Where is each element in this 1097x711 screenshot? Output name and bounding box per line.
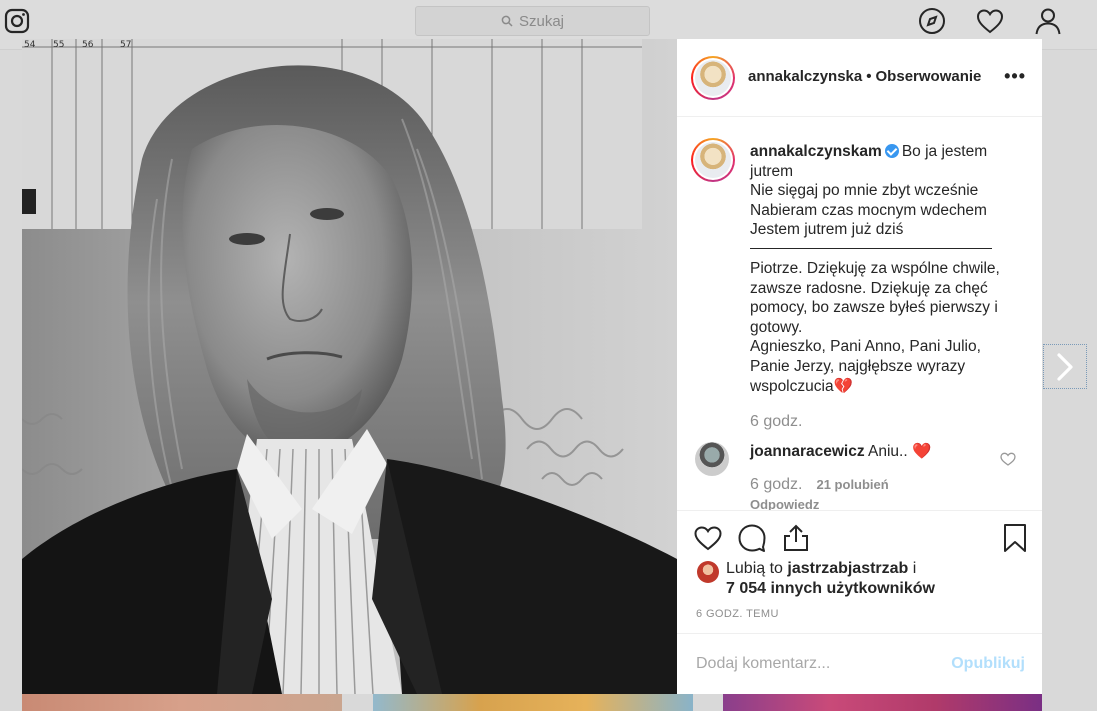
likes-count-link[interactable]: 7 054 innych użytkowników [726, 580, 935, 597]
comment-text: Aniu.. [868, 443, 908, 460]
caption-line: Jestem jutrem już dziś [750, 221, 904, 239]
chevron-right-icon [1057, 352, 1073, 381]
heart-emoji: ❤️ [911, 443, 932, 460]
bookmark-icon[interactable] [1002, 523, 1028, 553]
explore-icon[interactable] [917, 6, 947, 36]
search-icon [501, 15, 513, 27]
comment: joannaracewicz Aniu.. ❤️ [750, 442, 931, 461]
caption-paragraph: Agnieszko, Pani Anno, Pani Julio, Panie … [750, 338, 981, 395]
broken-heart-emoji: 💔 [833, 377, 853, 395]
separator-dot: • [866, 68, 872, 85]
comment-input[interactable]: Dodaj komentarz... [696, 655, 830, 673]
verified-badge-icon [884, 144, 899, 158]
comment-timestamp[interactable]: 6 godz. [750, 476, 802, 493]
comments-section[interactable]: annakalczynskam Bo ja jestem jutrem Nie s… [677, 118, 1042, 510]
heart-icon[interactable] [975, 6, 1005, 36]
comment-icon[interactable] [737, 523, 767, 553]
post-photo[interactable]: 54 55 56 57 [22, 39, 677, 694]
caption-avatar[interactable] [691, 138, 735, 182]
reply-button[interactable]: Odpowiedz [750, 497, 819, 510]
grid-thumbnail[interactable] [723, 694, 1042, 711]
caption-username[interactable]: annakalczynskam [750, 143, 882, 160]
search-input[interactable]: Szukaj [415, 6, 650, 36]
chart-label: 54 [24, 40, 36, 50]
divider [750, 247, 992, 249]
instagram-icon[interactable] [4, 8, 30, 34]
liker-username[interactable]: jastrzabjastrzab [787, 560, 908, 577]
next-post-button[interactable] [1043, 344, 1087, 389]
commenter-avatar[interactable] [695, 442, 729, 476]
comment-username[interactable]: joannaracewicz [750, 443, 865, 460]
publish-button[interactable]: Opublikuj [951, 655, 1025, 673]
post-actions: Lubią to jastrzabjastrzab i 7 054 innych… [677, 510, 1042, 632]
chart-label: 56 [82, 40, 94, 50]
caption-line: Nie sięgaj po mnie zbyt wcześnie [750, 182, 979, 200]
post-caption: annakalczynskam Bo ja jestem jutrem Nie s… [750, 142, 1015, 396]
grid-thumbnail[interactable] [373, 694, 693, 711]
more-options-icon[interactable]: ••• [1004, 66, 1026, 87]
add-comment-bar: Dodaj komentarz... Opublikuj [677, 633, 1042, 694]
chart-label: 55 [53, 40, 64, 50]
post-details-panel: annakalczynska • Obserwowanie ••• annakalc… [677, 39, 1042, 694]
chart-label: 57 [120, 40, 131, 50]
comment-meta: 6 godz. 21 polubień [750, 476, 889, 494]
comment-like-icon[interactable] [1000, 452, 1016, 466]
profile-icon[interactable] [1033, 6, 1063, 36]
like-heart-icon[interactable] [693, 523, 723, 553]
liker-avatar[interactable] [697, 561, 719, 583]
grid-thumbnail[interactable] [22, 694, 342, 711]
likes-prefix: Lubią to [726, 560, 783, 577]
follow-status-button[interactable]: Obserwowanie [876, 68, 982, 85]
caption-paragraph: Piotrze. Dziękuję za wspólne chwile, zaw… [750, 259, 1000, 336]
caption-timestamp[interactable]: 6 godz. [750, 413, 802, 431]
likes-summary: Lubią to jastrzabjastrzab i 7 054 innych… [697, 559, 1027, 599]
post-time-ago[interactable]: 6 GODZ. TEMU [696, 608, 779, 620]
author-avatar[interactable] [691, 56, 735, 100]
author-username[interactable]: annakalczynska [748, 68, 862, 85]
caption-line: Nabieram czas mocnym wdechem [750, 201, 987, 219]
search-placeholder: Szukaj [518, 12, 565, 30]
portrait-image: 54 55 56 57 [22, 39, 677, 694]
likes-conjunction: i [912, 560, 917, 577]
share-icon[interactable] [781, 523, 811, 553]
comment-likes[interactable]: 21 polubień [816, 477, 888, 492]
post-header: annakalczynska • Obserwowanie ••• [677, 39, 1042, 117]
